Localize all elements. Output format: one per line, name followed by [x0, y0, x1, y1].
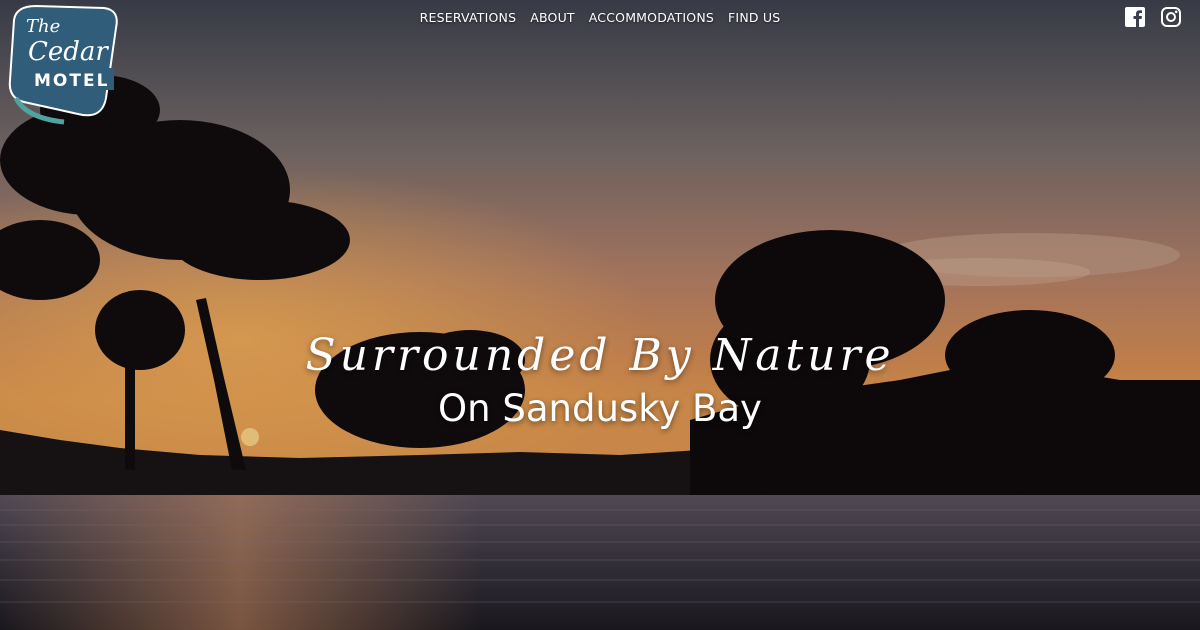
- facebook-icon[interactable]: [1124, 6, 1146, 28]
- logo-text-motel: MOTEL: [34, 71, 109, 91]
- hero-section: The Cedar MOTEL RESERVATIONS ABOUT ACCOM…: [0, 0, 1200, 630]
- hero-title: Surrounded By Nature: [305, 330, 895, 381]
- hero-subtitle: On Sandusky Bay: [438, 387, 762, 430]
- hero-background-image: [0, 0, 1200, 630]
- logo-text-cedar: Cedar: [28, 37, 109, 67]
- social-links: [1124, 6, 1182, 28]
- nav-find-us[interactable]: FIND US: [728, 10, 780, 25]
- instagram-icon[interactable]: [1160, 6, 1182, 28]
- nav-accommodations[interactable]: ACCOMMODATIONS: [589, 10, 714, 25]
- nav-reservations[interactable]: RESERVATIONS: [420, 10, 517, 25]
- nav-about[interactable]: ABOUT: [530, 10, 575, 25]
- hero-headline: Surrounded By Nature On Sandusky Bay: [0, 330, 1200, 430]
- main-nav: RESERVATIONS ABOUT ACCOMMODATIONS FIND U…: [0, 9, 1200, 27]
